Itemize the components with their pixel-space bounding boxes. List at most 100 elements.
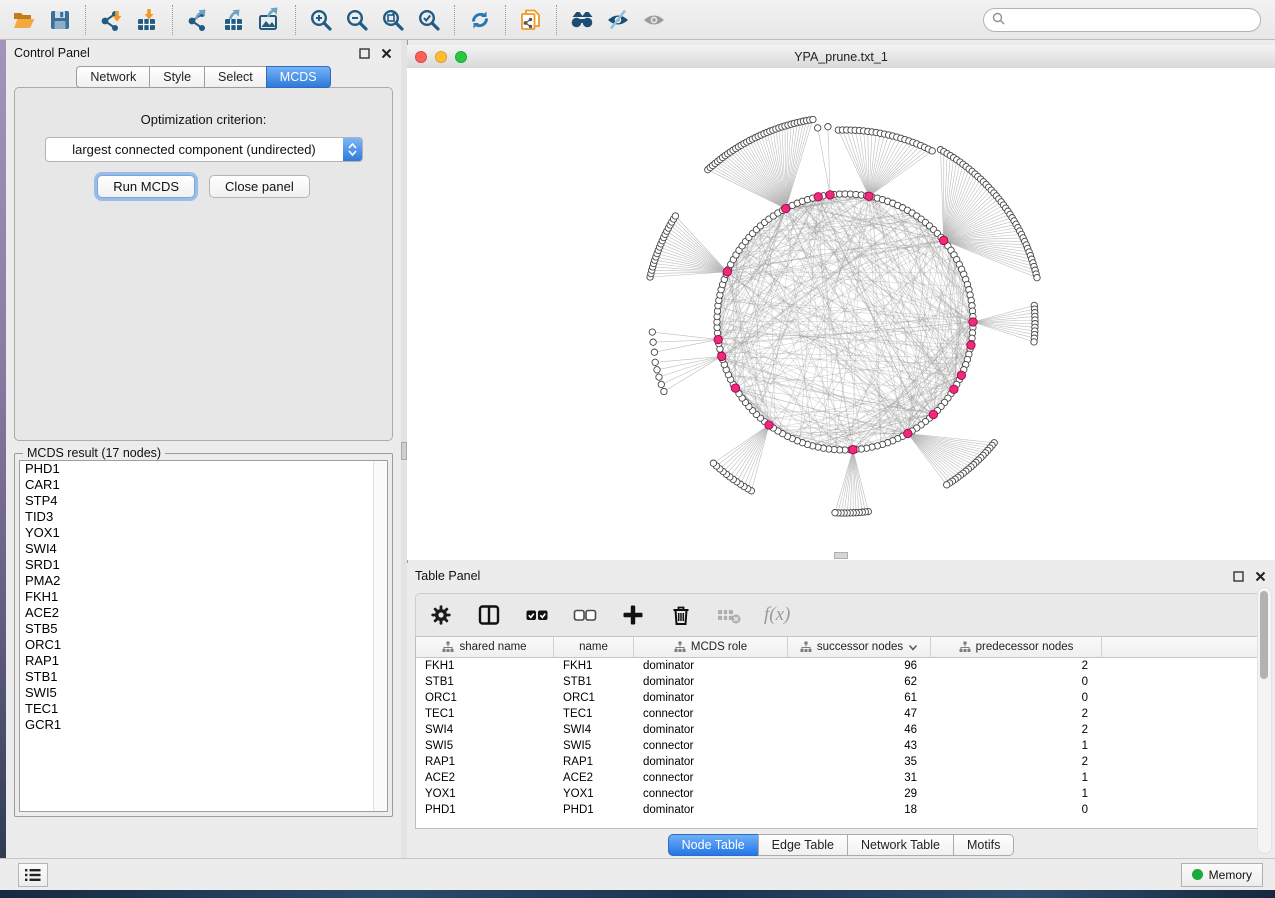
network-canvas[interactable]	[407, 68, 1275, 560]
search-input[interactable]	[1010, 12, 1252, 28]
mcds-result-item[interactable]: PMA2	[20, 573, 387, 589]
table-cell: SWI4	[554, 722, 634, 738]
tab-mcds[interactable]: MCDS	[266, 66, 331, 88]
table-row[interactable]: PHD1PHD1dominator180	[416, 802, 1266, 818]
table-cell: dominator	[634, 674, 788, 690]
import-network-button[interactable]	[93, 5, 129, 35]
column-header-successor-nodes[interactable]: successor nodes	[788, 637, 931, 658]
table-cell: connector	[634, 738, 788, 754]
table-row[interactable]: TEC1TEC1connector472	[416, 706, 1266, 722]
horizontal-splitter-grip[interactable]	[834, 552, 848, 559]
mcds-panel: Optimization criterion: largest connecte…	[14, 87, 393, 441]
mcds-result-item[interactable]: SWI4	[20, 541, 387, 557]
table-cell: PHD1	[554, 802, 634, 818]
mcds-result-item[interactable]: GCR1	[20, 717, 387, 733]
close-panel-icon[interactable]	[380, 47, 393, 60]
close-table-panel-icon[interactable]	[1254, 570, 1267, 583]
table-row[interactable]: ACE2ACE2connector311	[416, 770, 1266, 786]
run-mcds-button[interactable]: Run MCDS	[97, 175, 195, 198]
table-row[interactable]: ORC1ORC1dominator610	[416, 690, 1266, 706]
table-row[interactable]: SWI5SWI5connector431	[416, 738, 1266, 754]
export-table-button[interactable]	[216, 5, 252, 35]
float-panel-icon[interactable]	[358, 47, 371, 60]
mcds-result-item[interactable]: STB1	[20, 669, 387, 685]
column-header-shared-name[interactable]: shared name	[416, 637, 554, 658]
mcds-result-list[interactable]: PHD1CAR1STP4TID3YOX1SWI4SRD1PMA2FKH1ACE2…	[19, 460, 388, 812]
table-row[interactable]: STB1STB1dominator620	[416, 674, 1266, 690]
mcds-result-item[interactable]: CAR1	[20, 477, 387, 493]
hide-selected-button[interactable]	[600, 5, 636, 35]
export-image-button[interactable]	[252, 5, 288, 35]
mcds-result-item[interactable]: TID3	[20, 509, 387, 525]
mcds-result-item[interactable]: RAP1	[20, 653, 387, 669]
table-row[interactable]: SWI4SWI4dominator462	[416, 722, 1266, 738]
table-row[interactable]: FKH1FKH1dominator962	[416, 658, 1266, 674]
table-cell: 2	[931, 706, 1102, 722]
column-header-MCDS-role[interactable]: MCDS role	[634, 637, 788, 658]
show-all-button[interactable]	[636, 5, 672, 35]
table-scrollbar[interactable]	[1257, 587, 1272, 854]
table-row[interactable]: RAP1RAP1dominator352	[416, 754, 1266, 770]
table-cell: PHD1	[416, 802, 554, 818]
node-attribute-icon	[442, 641, 454, 653]
table-settings-button[interactable]	[428, 602, 454, 628]
export-network-button[interactable]	[180, 5, 216, 35]
column-header-name[interactable]: name	[554, 637, 634, 658]
save-session-button[interactable]	[42, 5, 78, 35]
zoom-fit-button[interactable]	[375, 5, 411, 35]
table-row[interactable]: YOX1YOX1connector291	[416, 786, 1266, 802]
table-cell: 0	[931, 690, 1102, 706]
table-cell: ORC1	[554, 690, 634, 706]
table-cell: 1	[931, 738, 1102, 754]
duplicate-network-button[interactable]	[513, 5, 549, 35]
toolbar-separator	[556, 5, 557, 35]
mcds-result-item[interactable]: ORC1	[20, 637, 387, 653]
mcds-result-item[interactable]: SRD1	[20, 557, 387, 573]
zoom-in-button[interactable]	[303, 5, 339, 35]
tab-network[interactable]: Network	[76, 66, 150, 88]
mcds-result-item[interactable]: STP4	[20, 493, 387, 509]
delete-column-icon	[668, 602, 694, 628]
table-cell: ACE2	[554, 770, 634, 786]
open-file-button[interactable]	[6, 5, 42, 35]
zoom-out-button[interactable]	[339, 5, 375, 35]
mcds-result-item[interactable]: TEC1	[20, 701, 387, 717]
tab-style[interactable]: Style	[149, 66, 205, 88]
result-scrollbar[interactable]	[373, 461, 387, 811]
task-history-button[interactable]	[18, 863, 48, 887]
table-cell: RAP1	[554, 754, 634, 770]
tab-select[interactable]: Select	[204, 66, 267, 88]
table-cell: 47	[788, 706, 931, 722]
add-column-button[interactable]	[620, 602, 646, 628]
search-box[interactable]	[983, 8, 1261, 32]
memory-button[interactable]: Memory	[1181, 863, 1263, 887]
table-cell: 2	[931, 754, 1102, 770]
import-table-button[interactable]	[129, 5, 165, 35]
table-cell: 18	[788, 802, 931, 818]
table-scrollbar-thumb[interactable]	[1260, 591, 1268, 679]
mcds-result-item[interactable]: FKH1	[20, 589, 387, 605]
tab-edge-table[interactable]: Edge Table	[758, 834, 848, 856]
tab-network-table[interactable]: Network Table	[847, 834, 954, 856]
table-cell: connector	[634, 706, 788, 722]
float-table-panel-icon[interactable]	[1232, 570, 1245, 583]
tab-motifs[interactable]: Motifs	[953, 834, 1014, 856]
mcds-result-item[interactable]: YOX1	[20, 525, 387, 541]
tab-node-table[interactable]: Node Table	[668, 834, 759, 856]
mcds-result-item[interactable]: STB5	[20, 621, 387, 637]
deselect-all-button[interactable]	[572, 602, 598, 628]
table-cell: STB1	[554, 674, 634, 690]
refresh-button[interactable]	[462, 5, 498, 35]
delete-column-button[interactable]	[668, 602, 694, 628]
criterion-select[interactable]: largest connected component (undirected)	[45, 137, 363, 162]
mcds-result-item[interactable]: PHD1	[20, 461, 387, 477]
mcds-result-item[interactable]: ACE2	[20, 605, 387, 621]
zoom-selected-button[interactable]	[411, 5, 447, 35]
table-cell: 35	[788, 754, 931, 770]
close-panel-button[interactable]: Close panel	[209, 175, 310, 198]
column-header-predecessor-nodes[interactable]: predecessor nodes	[931, 637, 1102, 658]
mcds-result-item[interactable]: SWI5	[20, 685, 387, 701]
first-neighbors-button[interactable]	[564, 5, 600, 35]
select-all-button[interactable]	[524, 602, 550, 628]
show-columns-button[interactable]	[476, 602, 502, 628]
